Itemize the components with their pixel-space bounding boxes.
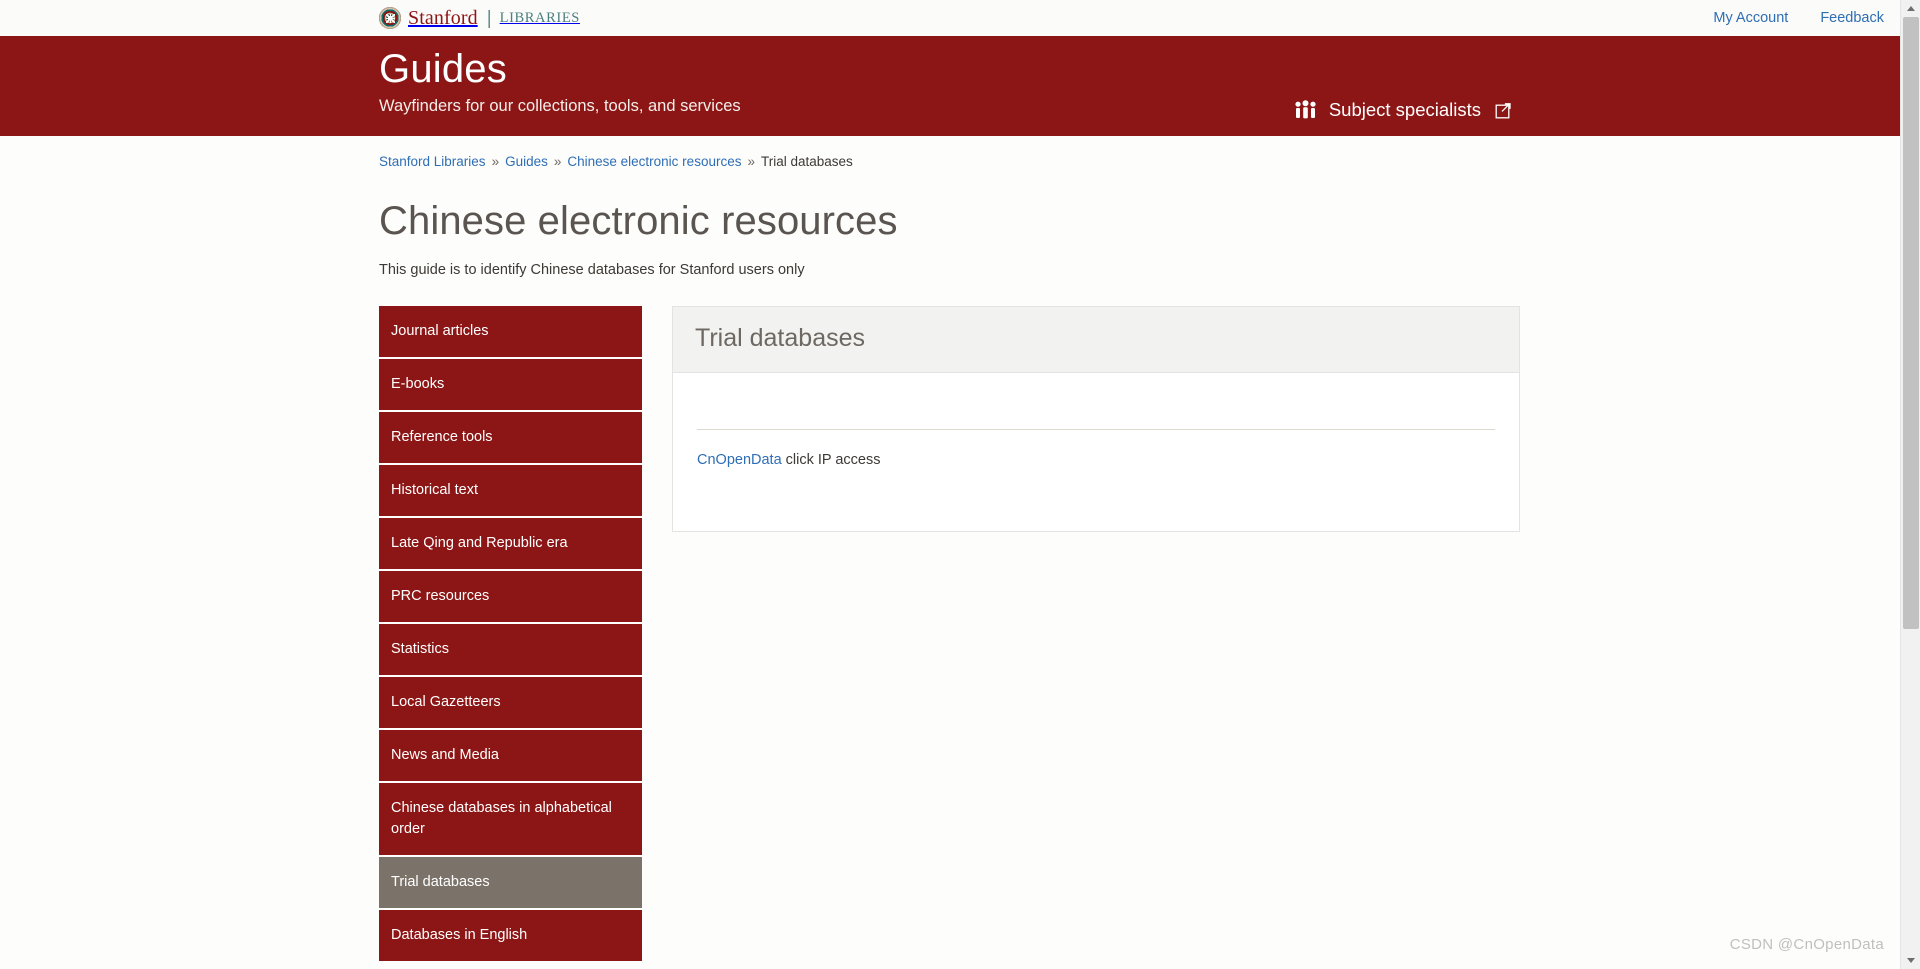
sidebar-item-statistics[interactable]: Statistics (379, 624, 642, 678)
stanford-seal-icon (379, 7, 401, 29)
sidebar-item-e-books[interactable]: E-books (379, 359, 642, 413)
trial-databases-panel: Trial databases CnOpenData click IP acce… (672, 306, 1520, 532)
panel-header: Trial databases (673, 307, 1519, 373)
panel-heading: Trial databases (695, 324, 865, 352)
logo-sub-wordmark: LIBRARIES (499, 9, 580, 26)
breadcrumb-item-chinese-electronic-resources[interactable]: Chinese electronic resources (567, 154, 741, 169)
feedback-link[interactable]: Feedback (1820, 10, 1884, 26)
scrollbar-thumb[interactable] (1903, 17, 1919, 629)
database-entry-cnopendata: CnOpenData click IP access (697, 452, 1495, 468)
site-banner: Guides Wayfinders for our collections, t… (0, 36, 1900, 136)
sidebar-item-prc-resources[interactable]: PRC resources (379, 571, 642, 625)
watermark-text: CSDN @CnOpenData (1729, 936, 1884, 953)
subject-specialists-label: Subject specialists (1328, 99, 1481, 120)
sidebar-item-chinese-databases-alphabetical[interactable]: Chinese databases in alphabetical order (379, 783, 642, 858)
logo-wordmark: Stanford (408, 7, 478, 29)
breadcrumb-item-trial-databases: Trial databases (760, 154, 853, 169)
sidebar-item-reference-tools[interactable]: Reference tools (379, 412, 642, 466)
page-title: Chinese electronic resources (379, 199, 898, 243)
panel-top-spacer (697, 395, 1495, 429)
breadcrumb-separator: » (747, 154, 755, 169)
guide-sidebar-nav: Journal articles E-books Reference tools… (379, 306, 642, 964)
banner-text-block: Guides Wayfinders for our collections, t… (379, 36, 1900, 116)
page-description: This guide is to identify Chinese databa… (379, 262, 805, 278)
sidebar-item-journal-articles[interactable]: Journal articles (379, 306, 642, 360)
breadcrumb-item-guides[interactable]: Guides (505, 154, 548, 169)
sidebar-item-databases-in-english[interactable]: Databases in English (379, 910, 642, 964)
banner-tagline: Wayfinders for our collections, tools, a… (379, 97, 741, 115)
page-root: Stanford | LIBRARIES My Account Feedback… (0, 0, 1920, 969)
sidebar-item-late-qing-and-republic-era[interactable]: Late Qing and Republic era (379, 518, 642, 572)
cnopendata-access-note: click IP access (781, 452, 881, 468)
external-link-icon (1495, 102, 1511, 118)
scroll-down-arrow-icon[interactable] (1901, 952, 1920, 969)
subject-specialists-link[interactable]: Subject specialists (1293, 99, 1512, 121)
utility-bar: Stanford | LIBRARIES My Account Feedback (0, 0, 1920, 36)
banner-title: Guides (379, 47, 507, 91)
scroll-up-arrow-icon[interactable] (1901, 0, 1920, 17)
breadcrumb-separator: » (491, 154, 500, 169)
sidebar-item-historical-text[interactable]: Historical text (379, 465, 642, 519)
panel-body: CnOpenData click IP access (673, 373, 1519, 531)
panel-divider (697, 429, 1495, 430)
vertical-scrollbar[interactable] (1900, 0, 1920, 969)
cnopendata-link[interactable]: CnOpenData (697, 452, 782, 468)
utility-links: My Account Feedback (1713, 0, 1884, 36)
content-area: Journal articles E-books Reference tools… (379, 306, 1920, 964)
breadcrumb: Stanford Libraries » Guides » Chinese el… (379, 154, 1920, 169)
logo-divider: | (486, 7, 492, 29)
my-account-link[interactable]: My Account (1713, 10, 1788, 26)
stanford-libraries-logo[interactable]: Stanford | LIBRARIES (379, 7, 580, 29)
sidebar-item-trial-databases[interactable]: Trial databases (379, 857, 642, 911)
breadcrumb-item-stanford-libraries[interactable]: Stanford Libraries (379, 154, 486, 169)
breadcrumb-separator: » (553, 154, 562, 169)
sidebar-item-local-gazetteers[interactable]: Local Gazetteers (379, 677, 642, 731)
sidebar-item-news-and-media[interactable]: News and Media (379, 730, 642, 784)
people-icon (1295, 100, 1316, 119)
